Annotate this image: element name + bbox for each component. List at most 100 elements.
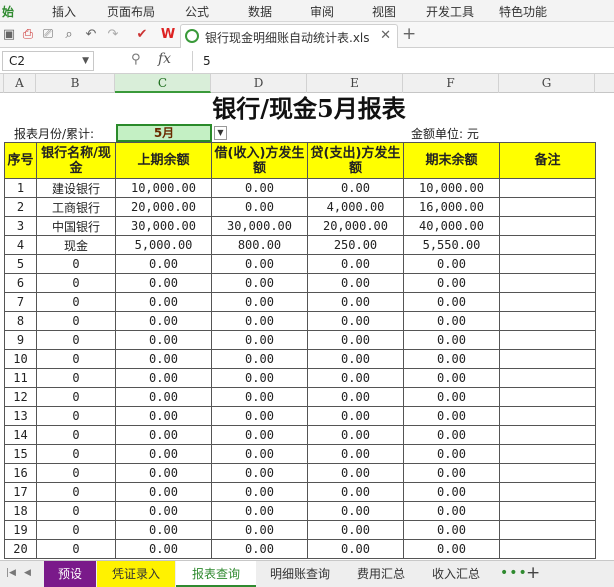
cell-closing-balance[interactable]: 0.00 [403, 368, 500, 388]
cell-remarks[interactable] [499, 330, 596, 350]
cell-credit[interactable]: 250.00 [307, 235, 404, 255]
name-box[interactable]: C2 ▼ [2, 51, 94, 71]
cell-closing-balance[interactable]: 10,000.00 [403, 178, 500, 198]
cell-debit[interactable]: 0.00 [211, 444, 308, 464]
cell-seq[interactable]: 4 [4, 235, 37, 255]
cell-opening-balance[interactable]: 0.00 [115, 292, 212, 312]
cell-closing-balance[interactable]: 0.00 [403, 349, 500, 369]
menu-insert[interactable]: 插入 [52, 3, 76, 20]
cell-remarks[interactable] [499, 292, 596, 312]
cell-remarks[interactable] [499, 482, 596, 502]
chevron-down-icon[interactable]: ▼ [214, 126, 227, 140]
cell-credit[interactable]: 0.00 [307, 501, 404, 521]
menu-view[interactable]: 视图 [372, 3, 396, 20]
document-tab[interactable]: 银行现金明细账自动统计表.xls ✕ [180, 24, 398, 48]
print-preview-icon[interactable]: ⌕ [60, 26, 78, 44]
cell-seq[interactable]: 18 [4, 501, 37, 521]
cell-debit[interactable]: 30,000.00 [211, 216, 308, 236]
cell-seq[interactable]: 19 [4, 520, 37, 540]
header-opening-balance[interactable]: 上期余额 [115, 142, 212, 179]
menu-page-layout[interactable]: 页面布局 [107, 3, 155, 20]
cell-remarks[interactable] [499, 368, 596, 388]
cell-credit[interactable]: 0.00 [307, 387, 404, 407]
column-header-a[interactable]: A [4, 74, 36, 93]
cell-closing-balance[interactable]: 0.00 [403, 444, 500, 464]
cell-closing-balance[interactable]: 0.00 [403, 273, 500, 293]
redo-icon[interactable]: ↷ [104, 26, 122, 44]
cell-opening-balance[interactable]: 0.00 [115, 425, 212, 445]
export-pdf-icon[interactable]: ⎙ [19, 26, 37, 44]
add-tab-icon[interactable]: + [402, 24, 416, 44]
cell-credit[interactable]: 0.00 [307, 444, 404, 464]
close-tab-icon[interactable]: ✕ [380, 28, 391, 43]
cell-credit[interactable]: 0.00 [307, 463, 404, 483]
cell-remarks[interactable] [499, 444, 596, 464]
cell-bank-name[interactable]: 0 [36, 501, 116, 521]
cell-credit[interactable]: 0.00 [307, 406, 404, 426]
cell-closing-balance[interactable]: 0.00 [403, 254, 500, 274]
cell-opening-balance[interactable]: 0.00 [115, 311, 212, 331]
cell-credit[interactable]: 0.00 [307, 292, 404, 312]
cell-opening-balance[interactable]: 0.00 [115, 539, 212, 559]
cell-closing-balance[interactable]: 0.00 [403, 311, 500, 331]
header-seq[interactable]: 序号 [4, 142, 37, 179]
cell-credit[interactable]: 0.00 [307, 273, 404, 293]
cell-bank-name[interactable]: 0 [36, 292, 116, 312]
cell-closing-balance[interactable]: 0.00 [403, 463, 500, 483]
formula-input[interactable]: 5 [192, 51, 612, 71]
cell-opening-balance[interactable]: 20,000.00 [115, 197, 212, 217]
cell-debit[interactable]: 0.00 [211, 254, 308, 274]
cell-seq[interactable]: 12 [4, 387, 37, 407]
cell-bank-name[interactable]: 0 [36, 311, 116, 331]
cell-seq[interactable]: 2 [4, 197, 37, 217]
header-credit[interactable]: 贷(支出)方发生额 [307, 142, 404, 179]
cell-debit[interactable]: 0.00 [211, 197, 308, 217]
month-select-cell[interactable]: 5月 [116, 124, 212, 142]
header-remarks[interactable]: 备注 [499, 142, 596, 179]
cell-debit[interactable]: 0.00 [211, 311, 308, 331]
cell-seq[interactable]: 16 [4, 463, 37, 483]
menu-start[interactable]: 始 [2, 3, 14, 20]
cell-credit[interactable]: 0.00 [307, 311, 404, 331]
cell-bank-name[interactable]: 工商银行 [36, 197, 116, 217]
cell-debit[interactable]: 0.00 [211, 482, 308, 502]
cell-remarks[interactable] [499, 273, 596, 293]
cell-debit[interactable]: 0.00 [211, 349, 308, 369]
cell-bank-name[interactable]: 0 [36, 425, 116, 445]
first-sheet-icon[interactable]: |◀ [6, 568, 16, 578]
cell-bank-name[interactable]: 0 [36, 368, 116, 388]
cell-remarks[interactable] [499, 311, 596, 331]
menu-data[interactable]: 数据 [248, 3, 272, 20]
cell-bank-name[interactable]: 0 [36, 349, 116, 369]
cell-credit[interactable]: 4,000.00 [307, 197, 404, 217]
cell-bank-name[interactable]: 0 [36, 254, 116, 274]
cell-seq[interactable]: 3 [4, 216, 37, 236]
cell-seq[interactable]: 7 [4, 292, 37, 312]
cell-closing-balance[interactable]: 40,000.00 [403, 216, 500, 236]
cell-remarks[interactable] [499, 406, 596, 426]
cell-remarks[interactable] [499, 463, 596, 483]
cell-closing-balance[interactable]: 0.00 [403, 292, 500, 312]
cell-debit[interactable]: 0.00 [211, 292, 308, 312]
cell-opening-balance[interactable]: 5,000.00 [115, 235, 212, 255]
cell-remarks[interactable] [499, 197, 596, 217]
cell-bank-name[interactable]: 0 [36, 539, 116, 559]
cell-debit[interactable]: 0.00 [211, 368, 308, 388]
prev-sheet-icon[interactable]: ◀ [24, 568, 31, 578]
sheet-tab[interactable]: 明细账查询 [256, 561, 344, 587]
cell-seq[interactable]: 9 [4, 330, 37, 350]
cell-remarks[interactable] [499, 254, 596, 274]
header-closing-balance[interactable]: 期末余额 [403, 142, 500, 179]
cell-credit[interactable]: 0.00 [307, 539, 404, 559]
cell-seq[interactable]: 17 [4, 482, 37, 502]
cell-seq[interactable]: 6 [4, 273, 37, 293]
cell-seq[interactable]: 13 [4, 406, 37, 426]
cell-closing-balance[interactable]: 0.00 [403, 520, 500, 540]
column-header-g[interactable]: G [499, 74, 595, 93]
cell-opening-balance[interactable]: 10,000.00 [115, 178, 212, 198]
cell-remarks[interactable] [499, 235, 596, 255]
cell-seq[interactable]: 14 [4, 425, 37, 445]
cell-credit[interactable]: 0.00 [307, 330, 404, 350]
cell-closing-balance[interactable]: 0.00 [403, 330, 500, 350]
cell-opening-balance[interactable]: 0.00 [115, 273, 212, 293]
